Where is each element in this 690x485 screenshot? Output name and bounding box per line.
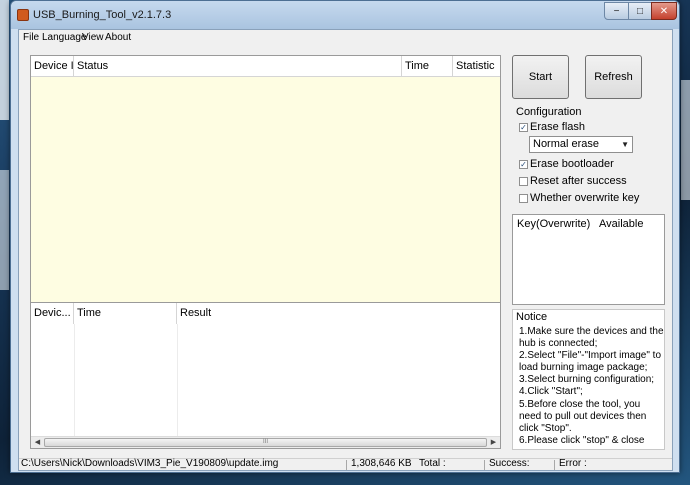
menu-file[interactable]: File [23, 32, 39, 43]
erase-flash-checkbox[interactable]: ✓ [519, 123, 528, 132]
column-divider [74, 324, 75, 436]
success-count: Success: [489, 458, 530, 469]
close-button[interactable]: ✕ [651, 2, 677, 20]
key-table[interactable]: Key(Overwrite) Available [512, 214, 665, 305]
column-result[interactable]: Result [177, 303, 500, 324]
scroll-right-icon[interactable]: ▶ [487, 437, 500, 448]
overwrite-key-checkbox[interactable] [519, 194, 528, 203]
column-device[interactable]: Devic... [31, 303, 74, 324]
refresh-button[interactable]: Refresh [585, 55, 642, 99]
desktop-window-edge [681, 80, 690, 200]
menu-view[interactable]: View [82, 32, 104, 43]
notice-title: Notice [516, 311, 548, 323]
reset-after-success-checkbox[interactable] [519, 177, 528, 186]
column-device-id[interactable]: Device ID [31, 56, 74, 77]
scroll-thumb[interactable]: III [44, 438, 487, 447]
maximize-icon: □ [636, 5, 644, 17]
close-icon: ✕ [659, 5, 669, 17]
title-bar[interactable]: USB_Burning_Tool_v2.1.7.3 − □ ✕ [11, 1, 679, 29]
overwrite-key-label[interactable]: Whether overwrite key [530, 192, 639, 204]
desktop-window-edge [0, 0, 9, 120]
image-path: C:\Users\Nick\Downloads\VIM3_Pie_V190809… [21, 458, 279, 469]
start-button[interactable]: Start [512, 55, 569, 99]
scroll-grip: III [262, 439, 268, 445]
menu-language[interactable]: Language [42, 32, 87, 43]
client-area: File Language View About Device ID Statu… [18, 29, 673, 471]
window-title: USB_Burning_Tool_v2.1.7.3 [33, 9, 172, 21]
desktop-window-edge [0, 170, 9, 290]
status-separator [346, 460, 347, 470]
image-size: 1,308,646 KB [351, 458, 412, 469]
error-count: Error : [559, 458, 587, 469]
erase-bootloader-checkbox[interactable]: ✓ [519, 160, 528, 169]
device-table[interactable]: Device ID Status Time Statistic [30, 55, 501, 318]
notice-panel: Notice 1.Make sure the devices and the h… [512, 309, 665, 450]
column-available[interactable]: Available [599, 218, 643, 230]
status-bar: C:\Users\Nick\Downloads\VIM3_Pie_V190809… [19, 458, 672, 470]
erase-mode-value: Normal erase [533, 138, 600, 150]
menu-about[interactable]: About [105, 32, 131, 43]
configuration-title: Configuration [516, 106, 582, 118]
app-window: USB_Burning_Tool_v2.1.7.3 − □ ✕ File Lan… [10, 0, 680, 473]
erase-bootloader-label[interactable]: Erase bootloader [530, 158, 614, 170]
reset-after-success-label[interactable]: Reset after success [530, 175, 627, 187]
column-result-time[interactable]: Time [74, 303, 177, 324]
column-key-overwrite[interactable]: Key(Overwrite) [517, 218, 590, 230]
column-time[interactable]: Time [402, 56, 453, 77]
erase-flash-label[interactable]: Erase flash [530, 121, 585, 133]
menu-bar: File Language View About [19, 30, 672, 45]
horizontal-scrollbar[interactable]: ◀ III ▶ [31, 436, 500, 448]
result-table[interactable]: Devic... Time Result ◀ III ▶ [30, 302, 501, 449]
column-divider [177, 324, 178, 436]
minimize-button[interactable]: − [604, 2, 629, 20]
column-status[interactable]: Status [74, 56, 402, 77]
total-count: Total : [419, 458, 446, 469]
device-table-header: Device ID Status Time Statistic [31, 56, 500, 77]
app-icon [17, 9, 29, 21]
erase-mode-select[interactable]: Normal erase ▼ [529, 136, 633, 153]
column-statistic[interactable]: Statistic [453, 56, 500, 77]
scroll-left-icon[interactable]: ◀ [31, 437, 44, 448]
configuration-group: Configuration ✓ Erase flash Normal erase… [512, 106, 664, 211]
status-separator [484, 460, 485, 470]
chevron-down-icon: ▼ [621, 140, 629, 149]
minimize-icon: − [613, 5, 620, 17]
maximize-button[interactable]: □ [628, 2, 652, 20]
result-table-header: Devic... Time Result [31, 303, 500, 324]
status-separator [554, 460, 555, 470]
notice-text: 1.Make sure the devices and the hub is c… [519, 326, 664, 446]
